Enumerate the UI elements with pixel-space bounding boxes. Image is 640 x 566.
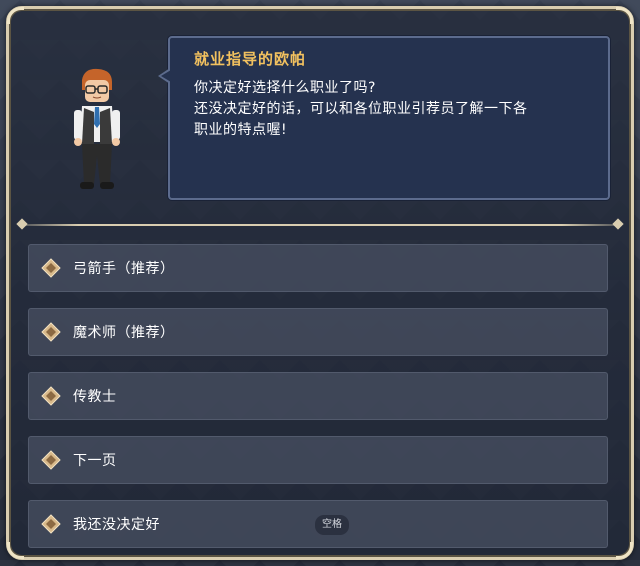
diamond-bullet-icon (41, 514, 61, 534)
option-archer[interactable]: 弓箭手（推荐） (28, 244, 608, 292)
divider-line (18, 224, 622, 226)
option-undecided[interactable]: 我还没决定好 空格 (28, 500, 608, 548)
speech-tail (158, 68, 171, 84)
dialogue-line: 你决定好选择什么职业了吗? (194, 80, 376, 96)
npc-name: 就业指导的欧帕 (194, 50, 307, 68)
npc-speech-box: 就业指导的欧帕 你决定好选择什么职业了吗? 还没决定好的话，可以和各位职业引荐员… (158, 36, 610, 200)
option-label: 我还没决定好 (73, 517, 160, 533)
dialogue-line: 职业的特点喔! (194, 122, 288, 138)
npc-portrait (74, 68, 120, 189)
diamond-bullet-icon (41, 450, 61, 470)
diamond-bullet-icon (41, 258, 61, 278)
option-cleric[interactable]: 传教士 (28, 372, 608, 420)
diamond-bullet-icon (41, 386, 61, 406)
option-next-page[interactable]: 下一页 (28, 436, 608, 484)
option-label: 传教士 (73, 389, 117, 405)
option-label: 魔术师（推荐） (73, 325, 175, 341)
option-label: 下一页 (73, 453, 117, 469)
option-magician[interactable]: 魔术师（推荐） (28, 308, 608, 356)
spacebar-key-hint: 空格 (315, 515, 349, 535)
dialog-options-list: 弓箭手（推荐） 魔术师（推荐） 传教士 下一页 我还没决定好 空格 (28, 244, 608, 564)
npc-dialogue-text: 你决定好选择什么职业了吗? 还没决定好的话，可以和各位职业引荐员了解一下各 职业… (194, 78, 592, 141)
diamond-bullet-icon (41, 322, 61, 342)
option-label: 弓箭手（推荐） (73, 261, 175, 277)
dialogue-line: 还没决定好的话，可以和各位职业引荐员了解一下各 (194, 101, 528, 117)
